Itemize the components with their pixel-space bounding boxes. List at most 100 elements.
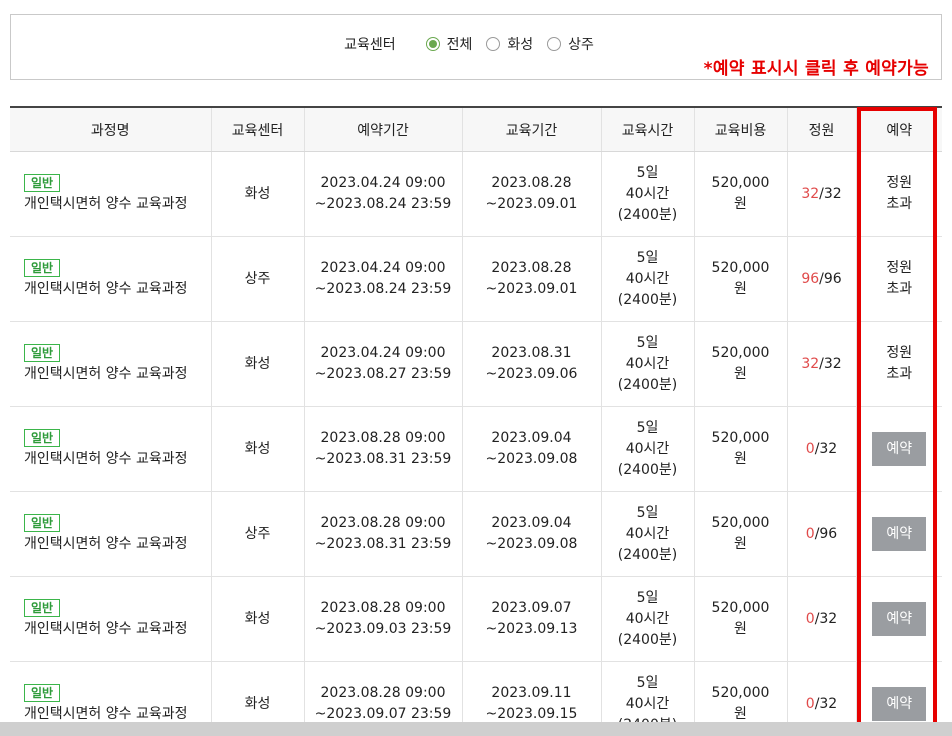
capacity-total: /32 [819, 355, 842, 372]
cost-amount: 520,000 [711, 515, 770, 531]
cell-reserve: 정원 초과 [855, 321, 942, 407]
table-row: 일반 개인택시면허 양수 교육과정 상주 2023.04.24 09:00 ~2023.… [10, 236, 942, 322]
cell-cost: 520,000 원 [693, 576, 787, 662]
reservation-end: ~2023.08.24 23:59 [314, 281, 452, 297]
cell-center: 화성 [210, 321, 304, 407]
time-hours: 40시간 [625, 270, 670, 287]
cell-course: 일반 개인택시면허 양수 교육과정 [10, 151, 211, 237]
time-minutes: (2400분) [617, 461, 678, 478]
cost-unit: 원 [734, 706, 747, 722]
cell-cost: 520,000 원 [693, 491, 787, 577]
cell-reservation-period: 2023.04.24 09:00 ~2023.08.27 23:59 [303, 321, 462, 407]
education-end: ~2023.09.01 [485, 281, 578, 297]
table-row: 일반 개인택시면허 양수 교육과정 화성 2023.08.28 09:00 ~2023.… [10, 406, 942, 492]
reserve-button[interactable]: 예약 [872, 602, 927, 636]
cell-capacity: 0/32 [786, 661, 856, 722]
course-name: 개인택시면허 양수 교육과정 [24, 366, 188, 382]
cell-center: 화성 [210, 151, 304, 237]
enrolled-count: 0 [805, 525, 815, 542]
cell-education-time: 5일 40시간 (2400분) [600, 151, 694, 237]
reservation-start: 2023.08.28 09:00 [320, 685, 446, 701]
radio-option-sangju[interactable]: 상주 [547, 34, 594, 54]
time-hours: 40시간 [625, 610, 670, 627]
cell-reserve: 정원초과 [855, 151, 942, 237]
course-type-badge: 일반 [24, 684, 61, 702]
cell-capacity: 0/96 [786, 491, 856, 577]
full-status-line2: 초과 [886, 196, 913, 212]
enrolled-count: 0 [805, 610, 815, 627]
cell-education-time: 5일 40시간 (2400분) [600, 491, 694, 577]
education-start: 2023.08.28 [491, 260, 572, 276]
cell-reservation-period: 2023.04.24 09:00 ~2023.08.24 23:59 [303, 151, 462, 237]
cell-course: 일반 개인택시면허 양수 교육과정 [10, 236, 211, 322]
cell-reservation-period: 2023.08.28 09:00 ~2023.09.03 23:59 [303, 576, 462, 662]
time-days: 5일 [636, 674, 659, 691]
radio-option-hwaseong[interactable]: 화성 [486, 34, 533, 54]
center-filter: 교육센터 전체 화성 상주 [11, 34, 941, 54]
cell-reservation-period: 2023.08.28 09:00 ~2023.08.31 23:59 [303, 491, 462, 577]
time-minutes: (2400분) [617, 376, 678, 393]
cell-education-period: 2023.09.07 ~2023.09.13 [461, 576, 601, 662]
education-end: ~2023.09.06 [485, 366, 578, 382]
cost-amount: 520,000 [711, 430, 770, 446]
reserve-button[interactable]: 예약 [872, 517, 927, 551]
table-row: 일반 개인택시면허 양수 교육과정 화성 2023.04.24 09:00 ~2023.… [10, 151, 942, 237]
course-type-badge: 일반 [24, 599, 61, 617]
cell-reservation-period: 2023.08.28 09:00 ~2023.08.31 23:59 [303, 406, 462, 492]
cell-reserve: 정원초과 [855, 236, 942, 322]
cell-education-period: 2023.09.11 ~2023.09.15 [461, 661, 601, 722]
cell-reserve: 예약 [855, 661, 942, 722]
cell-cost: 520,000 원 [693, 321, 787, 407]
course-name: 개인택시면허 양수 교육과정 [24, 706, 188, 722]
cost-amount: 520,000 [711, 175, 770, 191]
cell-capacity: 0/32 [786, 576, 856, 662]
cell-capacity: 32/32 [786, 151, 856, 237]
cell-education-period: 2023.08.28 ~2023.09.01 [461, 236, 601, 322]
full-status-line2: 초과 [886, 281, 913, 297]
radio-option-all[interactable]: 전체 [425, 34, 472, 54]
course-name: 개인택시면허 양수 교육과정 [24, 281, 188, 297]
reservation-end: ~2023.08.31 23:59 [314, 451, 452, 467]
table-row: 일반 개인택시면허 양수 교육과정 화성 2023.08.28 09:00 ~2023.… [10, 576, 942, 662]
center-filter-box: 교육센터 전체 화성 상주 *예약 표시시 클릭 후 예약가능 [10, 14, 942, 80]
cell-reserve: 예약 [855, 491, 942, 577]
time-days: 5일 [636, 504, 659, 521]
radio-icon[interactable] [547, 37, 562, 51]
reservation-start: 2023.04.24 09:00 [320, 260, 446, 276]
header-education-period: 교육기간 [461, 106, 601, 152]
cell-reservation-period: 2023.04.24 09:00 ~2023.08.24 23:59 [303, 236, 462, 322]
header-reserve: 예약 [855, 106, 942, 152]
time-days: 5일 [636, 249, 659, 266]
cell-cost: 520,000 원 [693, 151, 787, 237]
cost-amount: 520,000 [711, 260, 770, 276]
cost-amount: 520,000 [711, 600, 770, 616]
time-minutes: (2400분) [617, 631, 678, 648]
time-minutes: (2400분) [618, 717, 677, 723]
reserve-button[interactable]: 예약 [872, 432, 927, 466]
time-hours: 40시간 [625, 355, 670, 372]
reservation-notice: *예약 표시시 클릭 후 예약가능 [703, 59, 929, 79]
table-row: 일반 개인택시면허 양수 교육과정 화성 2023.04.24 09:00 ~2023.… [10, 321, 942, 407]
cell-course: 일반 개인택시면허 양수 교육과정 [10, 491, 211, 577]
education-end: ~2023.09.08 [485, 536, 578, 552]
cell-course: 일반 개인택시면허 양수 교육과정 [10, 576, 211, 662]
radio-icon-checked[interactable] [425, 37, 440, 51]
cost-unit: 원 [734, 196, 747, 212]
reservation-start: 2023.08.28 09:00 [320, 515, 446, 531]
reserve-button[interactable]: 예약 [872, 687, 927, 721]
time-minutes: (2400분) [617, 546, 678, 563]
cell-education-time: 5일 40시간 (2400분) [600, 406, 694, 492]
education-start: 2023.09.11 [491, 685, 572, 701]
capacity-total: /32 [814, 695, 838, 712]
header-course: 과정명 [10, 106, 211, 152]
cell-education-time: 5일 40시간 (2400분) [600, 661, 694, 723]
course-type-badge: 일반 [24, 429, 61, 447]
full-status-line1: 정원 [886, 260, 913, 276]
cell-capacity: 32/32 [786, 321, 856, 407]
radio-icon[interactable] [486, 37, 501, 51]
full-status-line1: 정원 [886, 175, 913, 191]
header-center: 교육센터 [210, 106, 304, 152]
capacity-total: /96 [819, 270, 842, 287]
reservation-start: 2023.04.24 09:00 [320, 175, 446, 191]
time-hours: 40시간 [625, 695, 670, 712]
